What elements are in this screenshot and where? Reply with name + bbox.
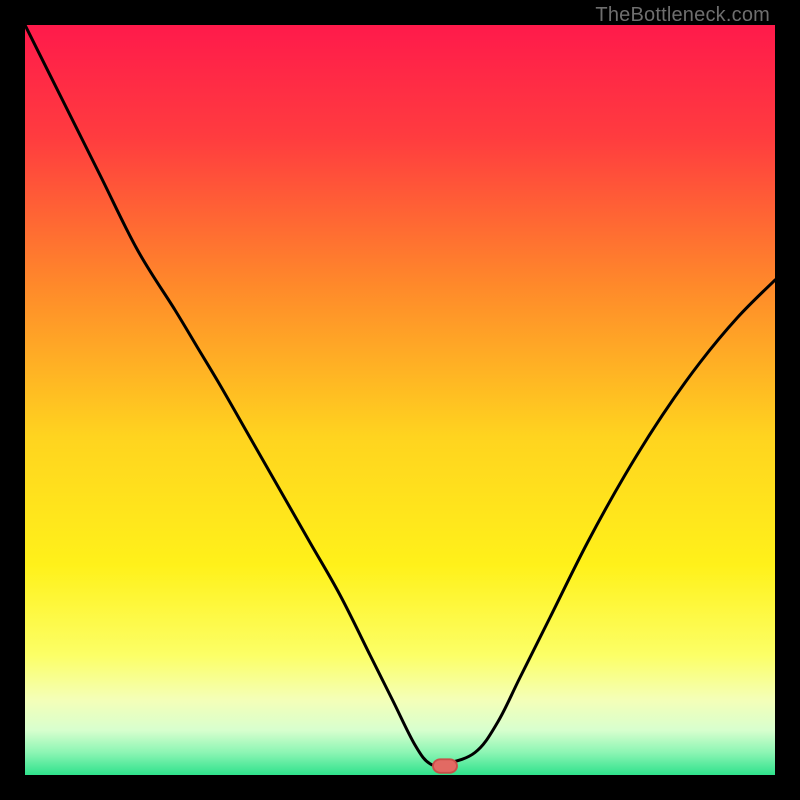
attribution-label: TheBottleneck.com bbox=[595, 4, 770, 27]
bottleneck-chart bbox=[25, 25, 775, 775]
gradient-background bbox=[25, 25, 775, 775]
optimal-point-marker bbox=[433, 759, 457, 773]
chart-frame: TheBottleneck.com bbox=[0, 0, 800, 800]
